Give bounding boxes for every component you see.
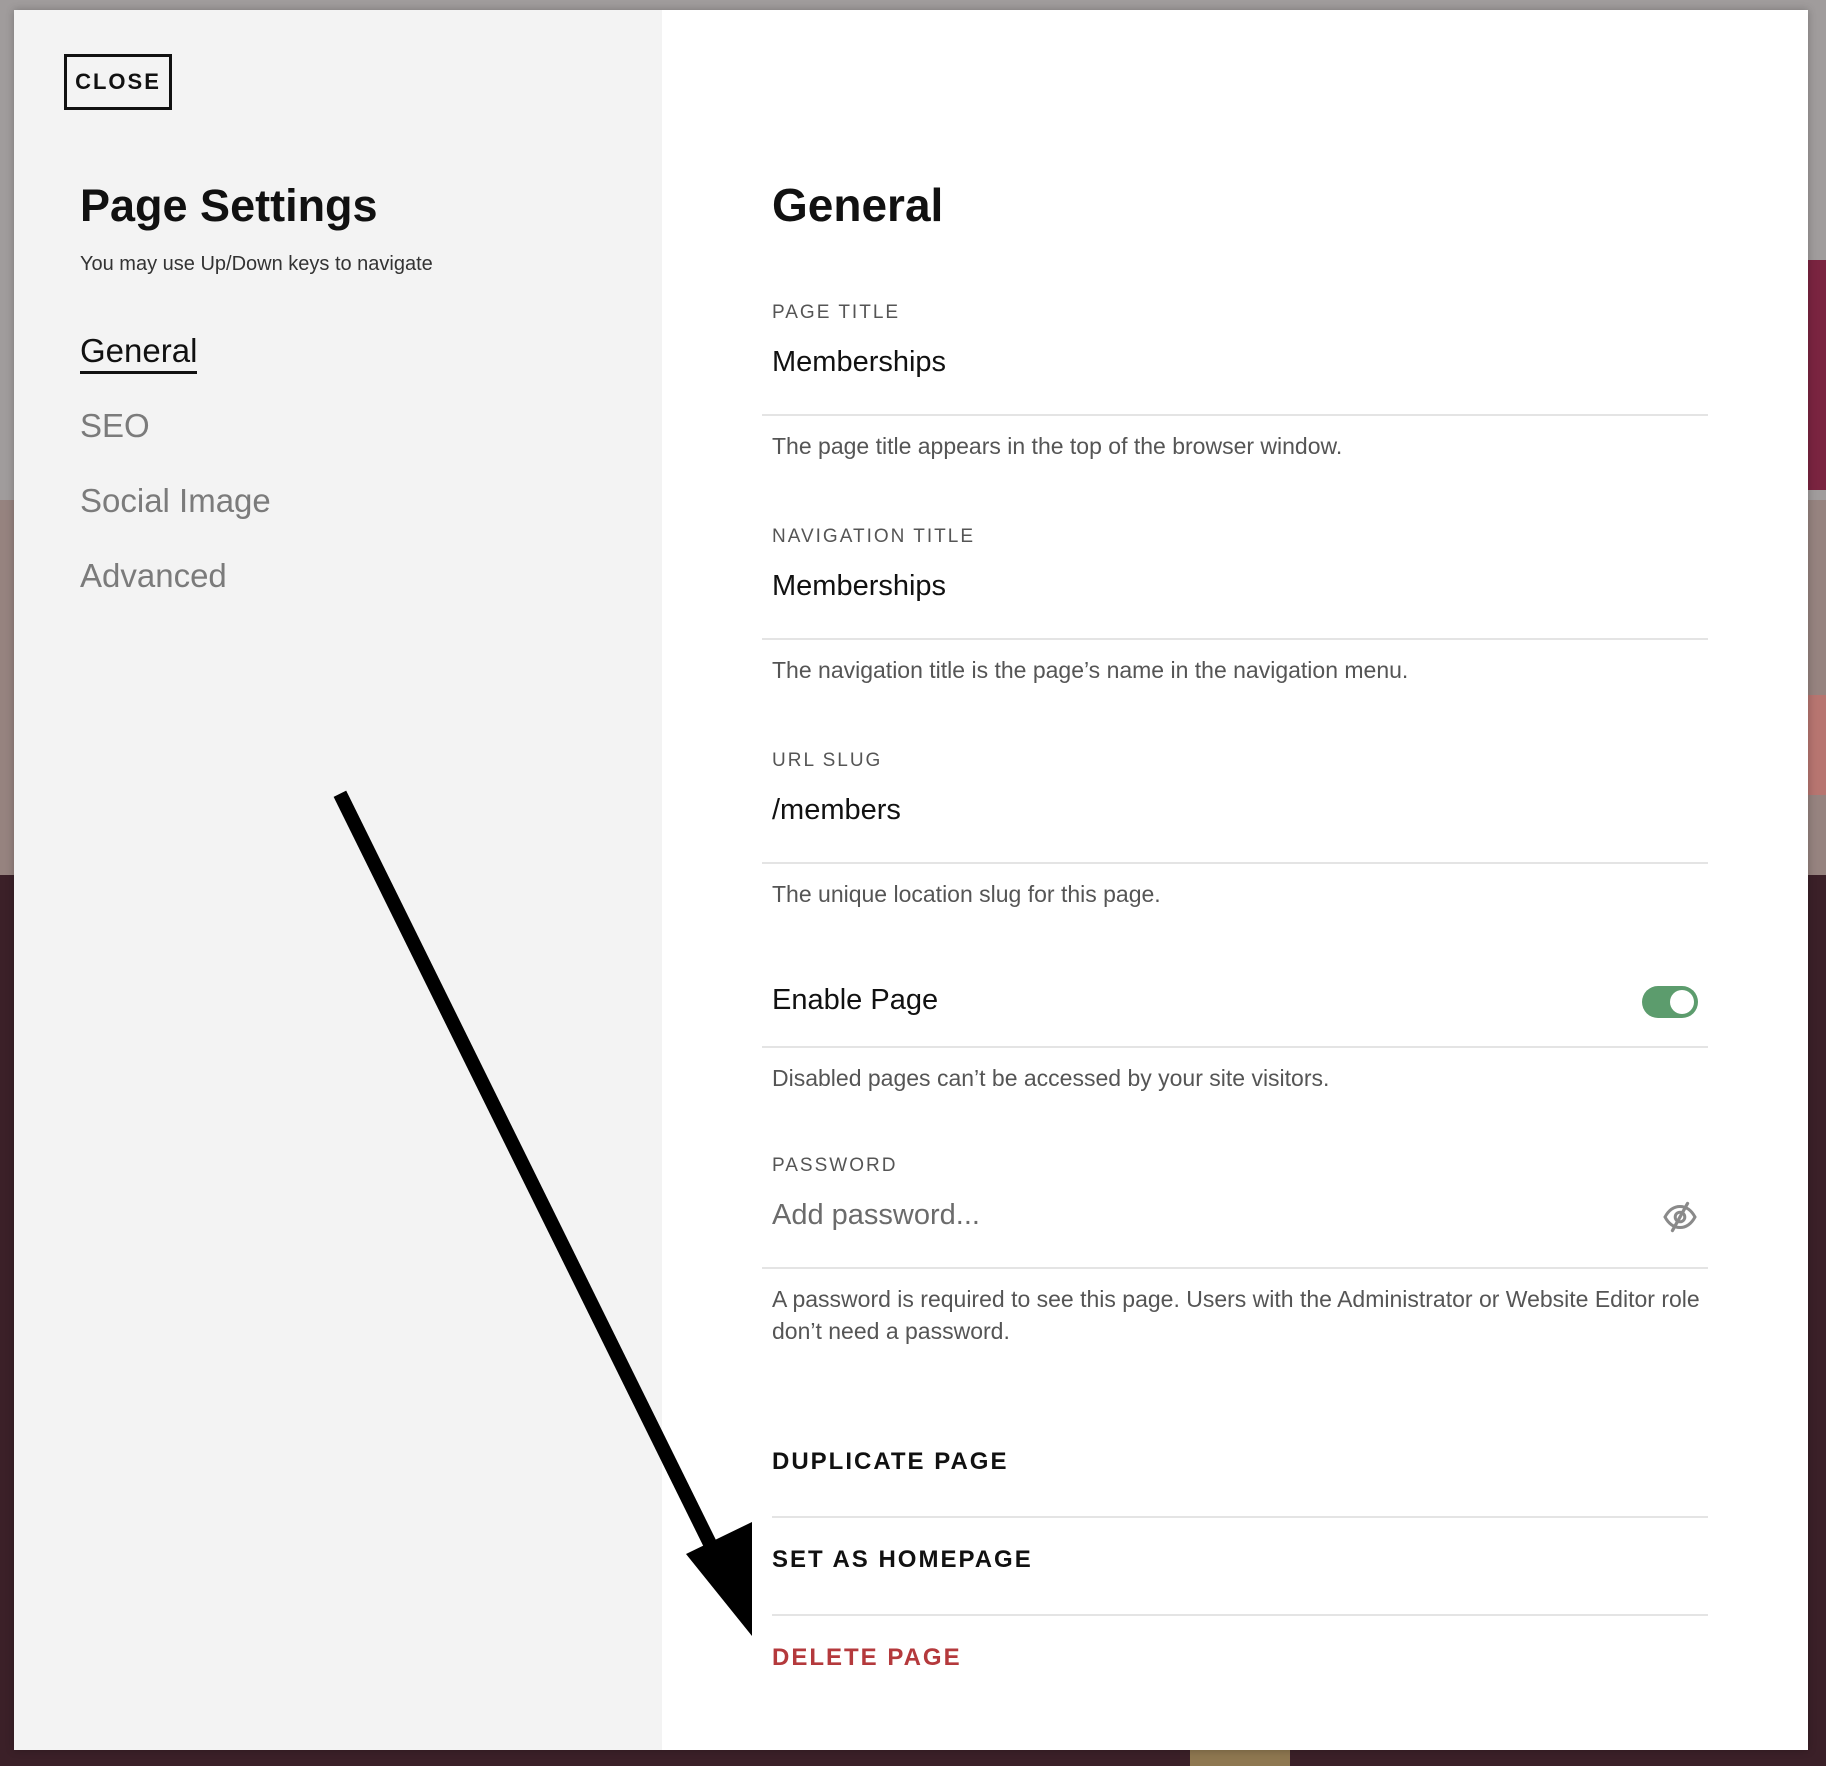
divider	[772, 1516, 1708, 1518]
nav-item-label: General	[80, 332, 198, 374]
navigation-title-input[interactable]: Memberships	[772, 570, 946, 603]
field-label: NAVIGATION TITLE	[772, 526, 976, 547]
section-title: General	[772, 179, 944, 231]
settings-sidebar: CLOSE Page Settings You may use Up/Down …	[14, 10, 662, 1750]
eye-slash-icon[interactable]	[1662, 1199, 1698, 1235]
set-homepage-button[interactable]: SET AS HOMEPAGE	[772, 1546, 1033, 1574]
toggle-knob	[1670, 990, 1694, 1014]
close-button[interactable]: CLOSE	[64, 54, 172, 110]
page-settings-modal: CLOSE Page Settings You may use Up/Down …	[14, 10, 1808, 1750]
duplicate-page-button[interactable]: DUPLICATE PAGE	[772, 1448, 1008, 1476]
field-label: PASSWORD	[772, 1155, 898, 1176]
backdrop-accent	[1190, 1748, 1290, 1766]
field-help: The navigation title is the page’s name …	[772, 657, 1409, 683]
field-label: PAGE TITLE	[772, 302, 901, 323]
nav-item-general[interactable]: General	[80, 330, 271, 374]
settings-nav: General SEO Social Image Advanced	[80, 330, 271, 630]
delete-page-button[interactable]: DELETE PAGE	[772, 1644, 962, 1672]
nav-item-seo[interactable]: SEO	[80, 405, 271, 447]
field-help: The unique location slug for this page.	[772, 881, 1161, 907]
page-title-input[interactable]: Memberships	[772, 346, 946, 379]
keyboard-hint: You may use Up/Down keys to navigate	[80, 253, 433, 275]
password-input[interactable]	[772, 1199, 1652, 1232]
divider	[762, 1267, 1708, 1269]
field-help: A password is required to see this page.…	[772, 1286, 1700, 1344]
divider	[762, 862, 1708, 864]
nav-item-label: Advanced	[80, 557, 227, 594]
field-help: Disabled pages can’t be accessed by your…	[772, 1065, 1330, 1091]
nav-item-label: SEO	[80, 407, 150, 444]
settings-content: General PAGE TITLE Memberships The page …	[662, 10, 1808, 1750]
divider	[772, 1614, 1708, 1616]
nav-item-label: Social Image	[80, 482, 271, 519]
field-help: The page title appears in the top of the…	[772, 433, 1343, 459]
divider	[762, 638, 1708, 640]
field-label: URL SLUG	[772, 750, 883, 771]
backdrop-accent	[1808, 695, 1826, 795]
enable-page-toggle[interactable]	[1642, 986, 1698, 1018]
backdrop-accent	[1808, 260, 1826, 490]
nav-item-social-image[interactable]: Social Image	[80, 480, 271, 522]
sidebar-title: Page Settings	[80, 180, 378, 231]
enable-page-label: Enable Page	[772, 984, 939, 1016]
divider	[762, 414, 1708, 416]
nav-item-advanced[interactable]: Advanced	[80, 555, 271, 597]
url-slug-input[interactable]: /members	[772, 794, 901, 827]
divider	[762, 1046, 1708, 1048]
